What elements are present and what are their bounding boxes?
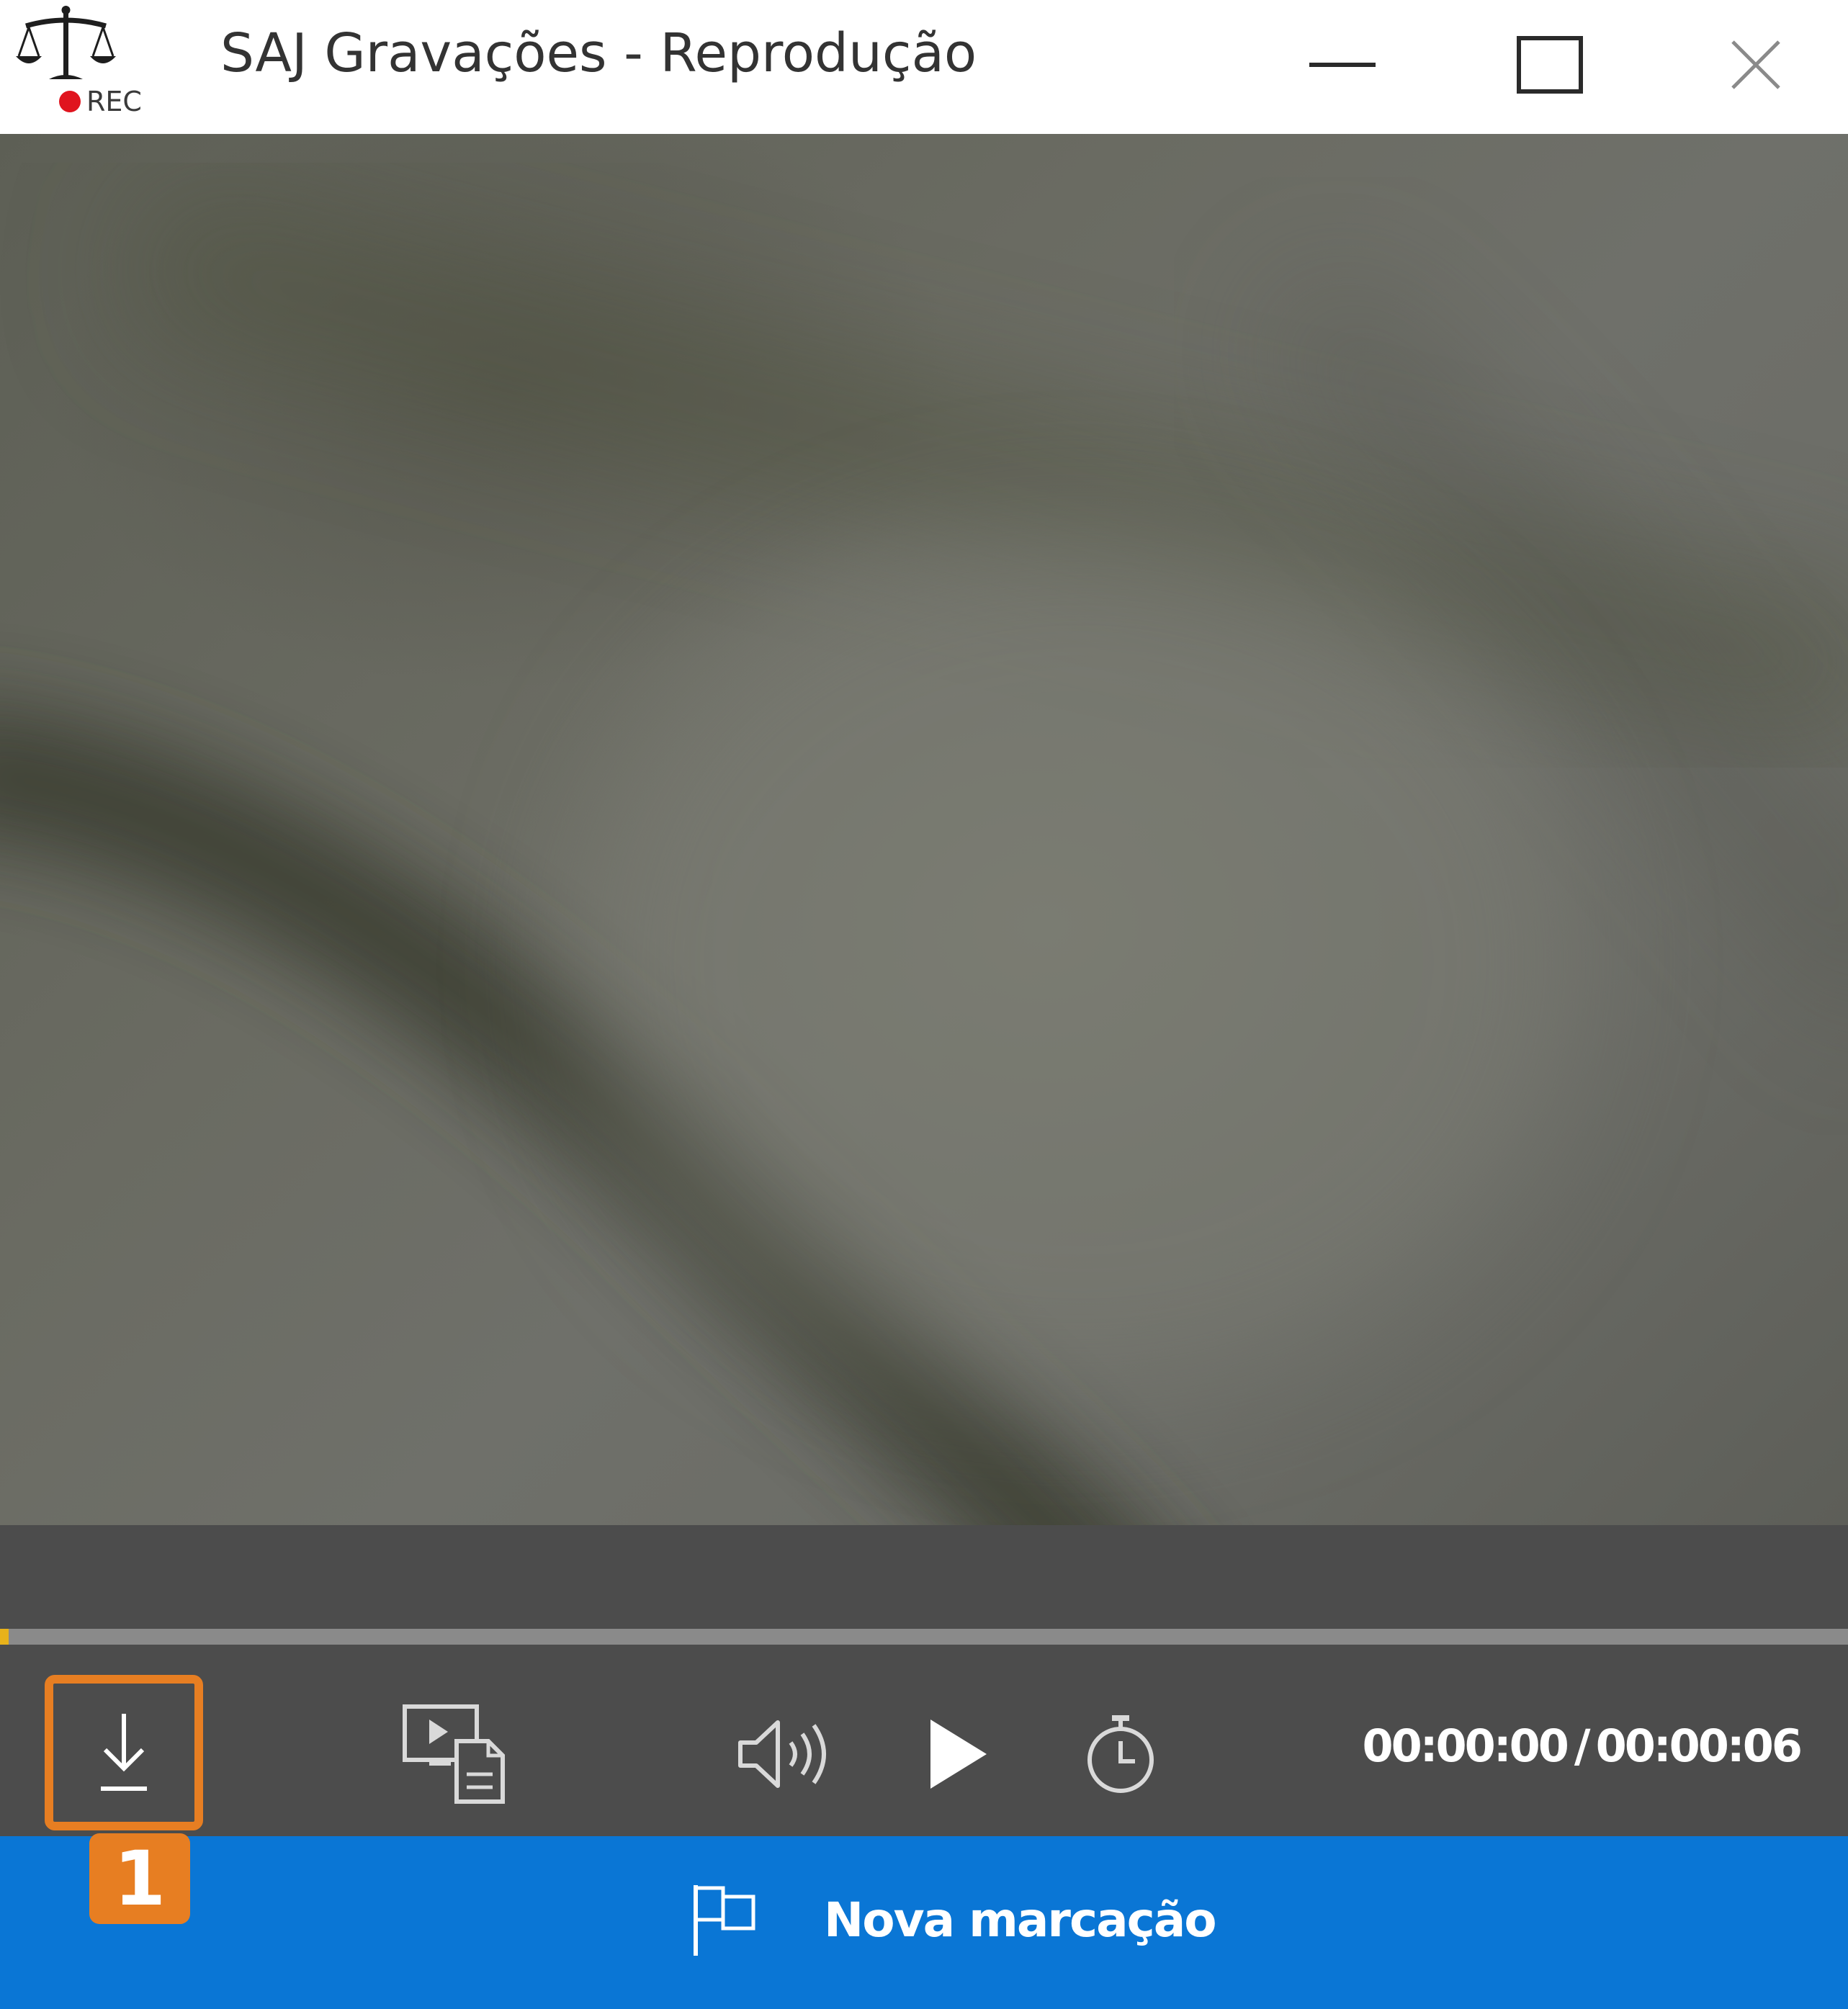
new-marker-content: Nova marcação xyxy=(691,1882,1217,1957)
video-blur-content xyxy=(0,179,1848,1525)
progress-fill xyxy=(0,1629,9,1645)
new-marker-label: Nova marcação xyxy=(824,1892,1217,1948)
window-title: SAJ Gravações - Reprodução xyxy=(220,22,977,84)
time-display: 00:00:00/00:00:06 xyxy=(1361,1720,1803,1772)
minimize-icon xyxy=(1309,63,1376,67)
step-number: 1 xyxy=(113,1835,166,1923)
maximize-button[interactable] xyxy=(1478,0,1622,130)
total-time: 00:00:06 xyxy=(1595,1720,1803,1772)
play-icon xyxy=(930,1720,987,1789)
player-window: REC SAJ Gravações - Reprodução 00:00:00 … xyxy=(0,0,1848,2009)
export-video-button[interactable] xyxy=(389,1689,519,1819)
minimize-button[interactable] xyxy=(1270,0,1414,130)
video-frame[interactable] xyxy=(0,134,1848,1525)
stopwatch-icon xyxy=(1087,1715,1154,1793)
timer-button[interactable] xyxy=(1056,1689,1185,1819)
new-marker-button[interactable]: Nova marcação xyxy=(0,1836,1848,2009)
close-button[interactable] xyxy=(1684,0,1828,130)
download-icon xyxy=(101,1714,147,1791)
maximize-icon xyxy=(1517,36,1583,94)
download-button[interactable] xyxy=(45,1675,203,1830)
rec-badge: REC xyxy=(59,88,142,115)
scales-of-justice-icon xyxy=(16,6,116,79)
volume-icon xyxy=(738,1720,826,1788)
progress-bar[interactable] xyxy=(0,1629,1848,1645)
time-separator: / xyxy=(1574,1720,1591,1772)
rec-label: REC xyxy=(86,86,142,117)
record-dot-icon xyxy=(59,91,81,112)
step-callout-badge: 1 xyxy=(89,1833,190,1924)
video-document-icon xyxy=(403,1704,505,1804)
volume-button[interactable] xyxy=(720,1689,850,1819)
flag-icon xyxy=(691,1882,758,1957)
app-logo: REC xyxy=(16,4,142,120)
current-time: 00:00:00 xyxy=(1362,1720,1569,1772)
play-button[interactable] xyxy=(893,1689,1023,1819)
title-bar: REC SAJ Gravações - Reprodução xyxy=(0,0,1848,134)
close-icon xyxy=(1731,40,1780,89)
